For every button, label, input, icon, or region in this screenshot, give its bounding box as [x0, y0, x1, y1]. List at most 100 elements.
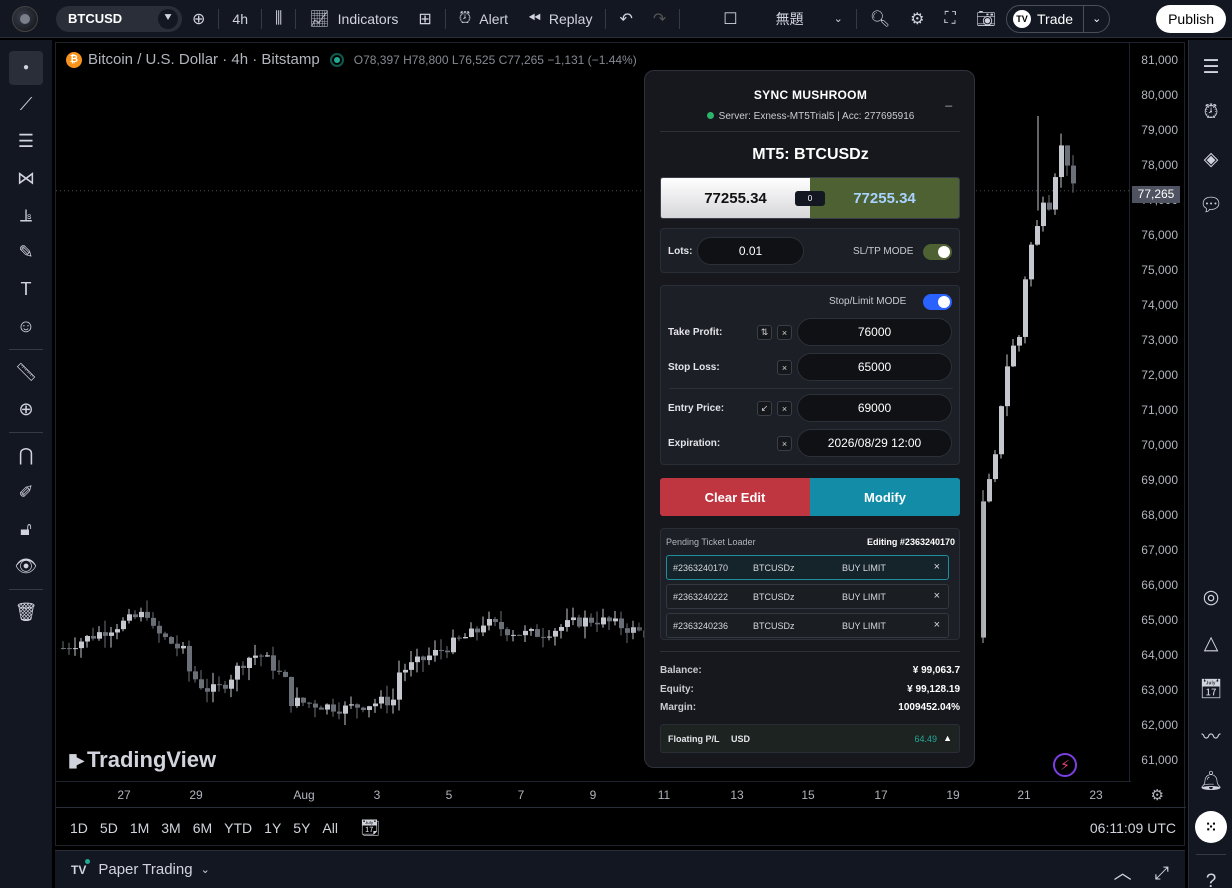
quick-search-button[interactable]: 🔍︎: [860, 0, 900, 38]
ticket-id: #2363240222: [673, 592, 729, 602]
range-button[interactable]: All: [322, 820, 338, 836]
user-avatar[interactable]: [12, 5, 38, 32]
zoom-tool[interactable]: ⊕: [0, 391, 52, 428]
paper-trading-bar[interactable]: TV Paper Trading ⌄ ︿ ⤢: [55, 850, 1185, 888]
clear-edit-button[interactable]: Clear Edit: [660, 478, 810, 516]
buy-price-button[interactable]: 77255.34: [810, 178, 959, 218]
range-button[interactable]: 6M: [193, 820, 212, 836]
chevron-down-icon[interactable]: ⌄: [1083, 5, 1109, 32]
utc-clock[interactable]: 06:11:09 UTC: [1090, 820, 1176, 836]
pattern-tool[interactable]: ⋈: [0, 160, 52, 197]
range-button[interactable]: YTD: [224, 820, 252, 836]
interval-button[interactable]: 4h: [222, 0, 258, 38]
trendline-tool[interactable]: ⟋: [0, 86, 52, 123]
lock-drawing-tool[interactable]: ✐: [0, 474, 52, 511]
object-tree-button[interactable]: ◈: [1189, 136, 1232, 182]
help-button[interactable]: ?: [1189, 859, 1232, 888]
cursor-tool[interactable]: ●: [0, 49, 52, 86]
arrow-down-left-icon[interactable]: ↙: [757, 401, 772, 416]
templates-button[interactable]: ⊞: [408, 0, 441, 38]
layout-name-button[interactable]: 無題 ⌄: [766, 0, 853, 38]
clear-entry-price-icon[interactable]: ×: [777, 401, 792, 416]
remove-ticket-icon[interactable]: ×: [934, 590, 940, 602]
chart-type-button[interactable]: ⫼: [265, 0, 292, 38]
clear-expiration-icon[interactable]: ×: [777, 436, 792, 451]
news-button[interactable]: 〰: [1189, 712, 1232, 758]
settings-button[interactable]: ⚙: [900, 0, 934, 38]
collapse-arrow-icon[interactable]: ▲: [943, 733, 952, 743]
brush-tool[interactable]: ✎: [0, 234, 52, 271]
swap-arrows-icon[interactable]: ⇅: [757, 325, 772, 340]
ideas-button[interactable]: △: [1189, 620, 1232, 666]
layout-button[interactable]: ☐: [713, 0, 747, 38]
ticket-row[interactable]: #2363240170 BTCUSDz BUY LIMIT ×: [666, 555, 949, 580]
stop-limit-mode-toggle[interactable]: [923, 294, 952, 310]
watchlist-button[interactable]: ☰: [1189, 44, 1232, 90]
stop-loss-label: Stop Loss:: [668, 362, 720, 373]
lock-all-tool[interactable]: 🔓︎: [0, 511, 52, 548]
symbol-search[interactable]: BTCUSD ⯆: [56, 5, 182, 32]
date-range-icon[interactable]: 📆︎: [360, 818, 380, 838]
chat-button[interactable]: 💬︎: [1189, 182, 1232, 228]
notifications-button[interactable]: 🔔︎: [1189, 758, 1232, 804]
time-scale[interactable]: 27 29 Aug 3 5 7 9 11 13 15 17 19 21 23: [56, 781, 1131, 807]
lots-input[interactable]: 0.01: [697, 237, 804, 265]
maximize-icon[interactable]: ⤢: [1155, 863, 1169, 883]
hide-tool[interactable]: 👁︎: [0, 548, 52, 585]
range-button[interactable]: 3M: [161, 820, 180, 836]
remove-ticket-icon[interactable]: ×: [934, 561, 940, 573]
screener-button[interactable]: ◎: [1189, 574, 1232, 620]
alerts-button[interactable]: ⏰︎: [1189, 90, 1232, 136]
sltp-mode-toggle[interactable]: [923, 244, 952, 260]
remove-ticket-icon[interactable]: ×: [934, 619, 940, 631]
expiration-input[interactable]: 2026/08/29 12:00: [797, 429, 952, 457]
range-button[interactable]: 1M: [130, 820, 149, 836]
text-tool[interactable]: T: [0, 271, 52, 308]
ruler-tool[interactable]: 📏︎: [0, 354, 52, 391]
range-button[interactable]: 1Y: [264, 820, 281, 836]
magnet-tool[interactable]: ⋂: [0, 437, 52, 474]
remove-drawings-tool[interactable]: 🗑︎: [0, 594, 52, 631]
clear-take-profit-icon[interactable]: ×: [777, 325, 792, 340]
candle-body: [193, 671, 198, 680]
forecast-tool[interactable]: ⫡: [0, 197, 52, 234]
publish-button[interactable]: Publish: [1156, 5, 1226, 33]
minimize-button[interactable]: _: [945, 93, 952, 107]
fullscreen-button[interactable]: ⛶: [935, 0, 966, 38]
candle-body: [91, 635, 96, 639]
ticket-type: BUY LIMIT: [842, 563, 886, 573]
fib-tool[interactable]: ☰: [0, 123, 52, 160]
apps-button[interactable]: ⁙: [1189, 804, 1232, 850]
chevron-down-icon[interactable]: ⌄: [201, 863, 210, 876]
range-button[interactable]: 5Y: [293, 820, 310, 836]
chart-pane[interactable]: ₿ Bitcoin / U.S. Dollar · 4h · Bitstamp …: [55, 42, 1186, 846]
modify-button[interactable]: Modify: [810, 478, 960, 516]
alert-button[interactable]: ⏰︎ Alert: [449, 0, 518, 38]
emoji-tool[interactable]: ☺: [0, 308, 52, 345]
replay-button[interactable]: ⏪︎ Replay: [518, 0, 602, 38]
snapshot-button[interactable]: 📷︎: [966, 0, 1006, 38]
trade-button[interactable]: TV Trade ⌄: [1006, 4, 1111, 33]
compare-button[interactable]: ⊕: [182, 0, 215, 38]
range-button[interactable]: 1D: [70, 820, 88, 836]
lightning-icon[interactable]: ⚡︎: [1053, 753, 1077, 777]
price-scale[interactable]: 81,00080,00079,00078,00077,00076,00075,0…: [1129, 43, 1184, 781]
calendar-button[interactable]: 📅︎: [1189, 666, 1232, 712]
sell-price-button[interactable]: 77255.34: [661, 178, 810, 218]
floating-pl-bar[interactable]: Floating P/L USD 64.49 ▲: [660, 724, 960, 753]
take-profit-input[interactable]: 76000: [797, 318, 952, 346]
undo-button[interactable]: ↶: [609, 0, 642, 38]
indicators-button[interactable]: 📈︎ Indicators: [299, 0, 408, 38]
paper-trading-label[interactable]: Paper Trading: [98, 861, 192, 878]
entry-price-input[interactable]: 69000: [797, 394, 952, 422]
scale-settings-button[interactable]: ⚙: [1151, 786, 1164, 804]
stop-loss-input[interactable]: 65000: [797, 353, 952, 381]
symbol-dropdown-icon[interactable]: ⯆: [158, 8, 178, 29]
clear-stop-loss-icon[interactable]: ×: [777, 360, 792, 375]
range-button[interactable]: 5D: [100, 820, 118, 836]
redo-button[interactable]: ↷: [643, 0, 676, 38]
ticket-row[interactable]: #2363240236 BTCUSDz BUY LIMIT ×: [666, 613, 949, 638]
ticket-row[interactable]: #2363240222 BTCUSDz BUY LIMIT ×: [666, 584, 949, 609]
candle-body: [85, 635, 90, 642]
chevron-up-icon[interactable]: ︿: [1114, 863, 1132, 883]
